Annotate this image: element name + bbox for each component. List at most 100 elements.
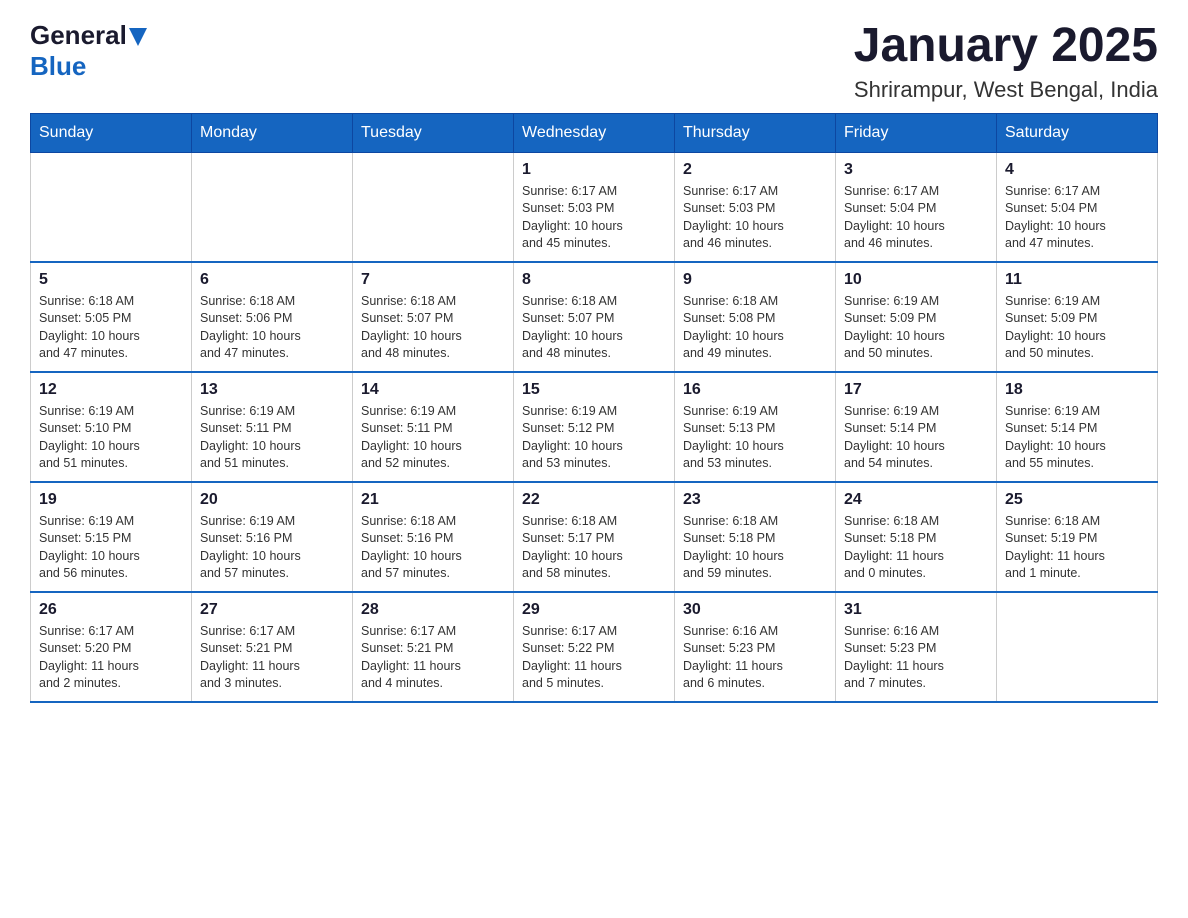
- calendar-cell: 29 Sunrise: 6:17 AM Sunset: 5:22 PM Dayli…: [514, 592, 675, 702]
- day-info: Sunrise: 6:17 AM Sunset: 5:22 PM Dayligh…: [522, 623, 666, 693]
- day-info: Sunrise: 6:19 AM Sunset: 5:14 PM Dayligh…: [1005, 403, 1149, 473]
- day-info: Sunrise: 6:17 AM Sunset: 5:03 PM Dayligh…: [683, 183, 827, 253]
- calendar-cell: 18 Sunrise: 6:19 AM Sunset: 5:14 PM Dayli…: [997, 372, 1158, 482]
- calendar-header: SundayMondayTuesdayWednesdayThursdayFrid…: [31, 113, 1158, 152]
- calendar-cell: 5 Sunrise: 6:18 AM Sunset: 5:05 PM Daylig…: [31, 262, 192, 372]
- calendar-cell: 6 Sunrise: 6:18 AM Sunset: 5:06 PM Daylig…: [192, 262, 353, 372]
- day-info: Sunrise: 6:18 AM Sunset: 5:07 PM Dayligh…: [522, 293, 666, 363]
- calendar-cell: 28 Sunrise: 6:17 AM Sunset: 5:21 PM Dayli…: [353, 592, 514, 702]
- calendar-week-row: 26Sunrise: 6:17 AM Sunset: 5:20 PM Dayli…: [31, 592, 1158, 702]
- day-number: 27: [200, 601, 344, 619]
- calendar-cell: 22Sunrise: 6:18 AM Sunset: 5:17 PM Dayli…: [514, 482, 675, 592]
- calendar-cell: 25 Sunrise: 6:18 AM Sunset: 5:19 PM Dayli…: [997, 482, 1158, 592]
- calendar-cell: 9Sunrise: 6:18 AM Sunset: 5:08 PM Daylig…: [675, 262, 836, 372]
- day-of-week-header: Tuesday: [353, 113, 514, 152]
- day-info: Sunrise: 6:19 AM Sunset: 5:15 PM Dayligh…: [39, 513, 183, 583]
- day-number: 3: [844, 161, 988, 179]
- calendar-cell: 10Sunrise: 6:19 AM Sunset: 5:09 PM Dayli…: [836, 262, 997, 372]
- day-info: Sunrise: 6:19 AM Sunset: 5:13 PM Dayligh…: [683, 403, 827, 473]
- day-info: Sunrise: 6:19 AM Sunset: 5:12 PM Dayligh…: [522, 403, 666, 473]
- day-number: 21: [361, 491, 505, 509]
- day-number: 15: [522, 381, 666, 399]
- day-of-week-header: Wednesday: [514, 113, 675, 152]
- calendar-cell: 15 Sunrise: 6:19 AM Sunset: 5:12 PM Dayli…: [514, 372, 675, 482]
- calendar-cell: 3 Sunrise: 6:17 AM Sunset: 5:04 PM Daylig…: [836, 152, 997, 262]
- day-number: 7: [361, 271, 505, 289]
- day-info: Sunrise: 6:17 AM Sunset: 5:03 PM Dayligh…: [522, 183, 666, 253]
- day-info: Sunrise: 6:19 AM Sunset: 5:11 PM Dayligh…: [361, 403, 505, 473]
- day-number: 10: [844, 271, 988, 289]
- day-info: Sunrise: 6:18 AM Sunset: 5:17 PM Dayligh…: [522, 513, 666, 583]
- day-number: 26: [39, 601, 183, 619]
- calendar-cell: 2 Sunrise: 6:17 AM Sunset: 5:03 PM Daylig…: [675, 152, 836, 262]
- day-of-week-header: Thursday: [675, 113, 836, 152]
- calendar-cell: 24 Sunrise: 6:18 AM Sunset: 5:18 PM Dayli…: [836, 482, 997, 592]
- calendar-cell: 21 Sunrise: 6:18 AM Sunset: 5:16 PM Dayli…: [353, 482, 514, 592]
- day-number: 25: [1005, 491, 1149, 509]
- calendar-week-row: 5 Sunrise: 6:18 AM Sunset: 5:05 PM Daylig…: [31, 262, 1158, 372]
- calendar-cell: 17 Sunrise: 6:19 AM Sunset: 5:14 PM Dayli…: [836, 372, 997, 482]
- calendar-cell: 8 Sunrise: 6:18 AM Sunset: 5:07 PM Daylig…: [514, 262, 675, 372]
- day-number: 18: [1005, 381, 1149, 399]
- day-number: 16: [683, 381, 827, 399]
- day-number: 29: [522, 601, 666, 619]
- day-number: 12: [39, 381, 183, 399]
- day-of-week-header: Saturday: [997, 113, 1158, 152]
- day-info: Sunrise: 6:19 AM Sunset: 5:14 PM Dayligh…: [844, 403, 988, 473]
- day-number: 23: [683, 491, 827, 509]
- calendar-cell: 12Sunrise: 6:19 AM Sunset: 5:10 PM Dayli…: [31, 372, 192, 482]
- day-info: Sunrise: 6:19 AM Sunset: 5:09 PM Dayligh…: [1005, 293, 1149, 363]
- logo-blue: Blue: [30, 51, 86, 81]
- calendar-cell: [31, 152, 192, 262]
- day-of-week-header: Sunday: [31, 113, 192, 152]
- day-info: Sunrise: 6:18 AM Sunset: 5:16 PM Dayligh…: [361, 513, 505, 583]
- days-of-week-row: SundayMondayTuesdayWednesdayThursdayFrid…: [31, 113, 1158, 152]
- day-number: 30: [683, 601, 827, 619]
- day-info: Sunrise: 6:18 AM Sunset: 5:18 PM Dayligh…: [844, 513, 988, 583]
- calendar-cell: [192, 152, 353, 262]
- day-number: 1: [522, 161, 666, 179]
- day-info: Sunrise: 6:17 AM Sunset: 5:04 PM Dayligh…: [1005, 183, 1149, 253]
- calendar-cell: 1 Sunrise: 6:17 AM Sunset: 5:03 PM Daylig…: [514, 152, 675, 262]
- day-info: Sunrise: 6:18 AM Sunset: 5:06 PM Dayligh…: [200, 293, 344, 363]
- calendar-cell: 14 Sunrise: 6:19 AM Sunset: 5:11 PM Dayli…: [353, 372, 514, 482]
- day-info: Sunrise: 6:19 AM Sunset: 5:16 PM Dayligh…: [200, 513, 344, 583]
- day-number: 13: [200, 381, 344, 399]
- calendar-cell: 11 Sunrise: 6:19 AM Sunset: 5:09 PM Dayli…: [997, 262, 1158, 372]
- calendar-week-row: 12Sunrise: 6:19 AM Sunset: 5:10 PM Dayli…: [31, 372, 1158, 482]
- day-number: 17: [844, 381, 988, 399]
- day-number: 8: [522, 271, 666, 289]
- day-of-week-header: Monday: [192, 113, 353, 152]
- day-number: 2: [683, 161, 827, 179]
- calendar-cell: 20Sunrise: 6:19 AM Sunset: 5:16 PM Dayli…: [192, 482, 353, 592]
- logo-triangle-icon: [129, 28, 147, 46]
- day-number: 24: [844, 491, 988, 509]
- page-header: General Blue January 2025 Shrirampur, We…: [30, 20, 1158, 103]
- day-number: 5: [39, 271, 183, 289]
- day-info: Sunrise: 6:18 AM Sunset: 5:19 PM Dayligh…: [1005, 513, 1149, 583]
- page-title: January 2025: [854, 20, 1158, 73]
- calendar-week-row: 1 Sunrise: 6:17 AM Sunset: 5:03 PM Daylig…: [31, 152, 1158, 262]
- day-of-week-header: Friday: [836, 113, 997, 152]
- calendar-week-row: 19Sunrise: 6:19 AM Sunset: 5:15 PM Dayli…: [31, 482, 1158, 592]
- day-number: 11: [1005, 271, 1149, 289]
- calendar-cell: 16 Sunrise: 6:19 AM Sunset: 5:13 PM Dayli…: [675, 372, 836, 482]
- calendar-cell: 30 Sunrise: 6:16 AM Sunset: 5:23 PM Dayli…: [675, 592, 836, 702]
- day-info: Sunrise: 6:18 AM Sunset: 5:18 PM Dayligh…: [683, 513, 827, 583]
- location-subtitle: Shrirampur, West Bengal, India: [854, 77, 1158, 103]
- calendar-cell: 7 Sunrise: 6:18 AM Sunset: 5:07 PM Daylig…: [353, 262, 514, 372]
- logo-general: General: [30, 20, 127, 51]
- day-info: Sunrise: 6:18 AM Sunset: 5:05 PM Dayligh…: [39, 293, 183, 363]
- day-number: 14: [361, 381, 505, 399]
- calendar-cell: 31Sunrise: 6:16 AM Sunset: 5:23 PM Dayli…: [836, 592, 997, 702]
- day-number: 6: [200, 271, 344, 289]
- day-info: Sunrise: 6:17 AM Sunset: 5:21 PM Dayligh…: [361, 623, 505, 693]
- calendar-cell: 4 Sunrise: 6:17 AM Sunset: 5:04 PM Daylig…: [997, 152, 1158, 262]
- day-number: 28: [361, 601, 505, 619]
- day-info: Sunrise: 6:16 AM Sunset: 5:23 PM Dayligh…: [683, 623, 827, 693]
- calendar-cell: 26Sunrise: 6:17 AM Sunset: 5:20 PM Dayli…: [31, 592, 192, 702]
- day-info: Sunrise: 6:19 AM Sunset: 5:11 PM Dayligh…: [200, 403, 344, 473]
- day-number: 4: [1005, 161, 1149, 179]
- day-info: Sunrise: 6:18 AM Sunset: 5:07 PM Dayligh…: [361, 293, 505, 363]
- day-info: Sunrise: 6:17 AM Sunset: 5:04 PM Dayligh…: [844, 183, 988, 253]
